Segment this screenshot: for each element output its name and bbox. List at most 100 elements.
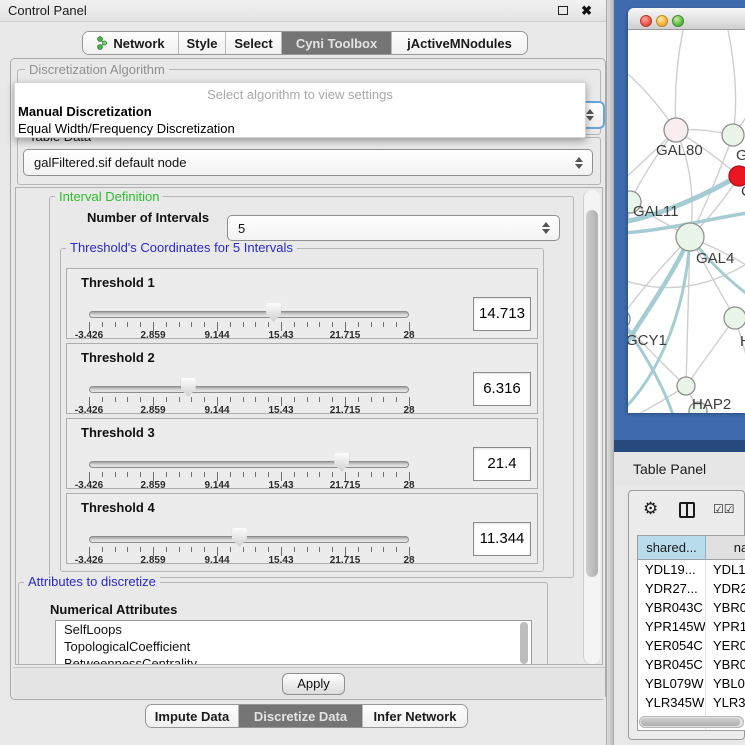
column-header-name[interactable]: na: [706, 536, 745, 560]
network-node-ga[interactable]: [722, 124, 744, 146]
tick-label: -3.426: [75, 555, 103, 566]
columns-icon[interactable]: [679, 502, 695, 518]
minor-tick: [230, 472, 231, 477]
threshold-value-box[interactable]: 21.4: [473, 447, 531, 481]
table-horizontal-scrollbar[interactable]: [639, 716, 744, 728]
tab-impute-data[interactable]: Impute Data: [146, 705, 238, 727]
tab-select[interactable]: Select: [225, 32, 281, 54]
minor-tick: [319, 547, 320, 552]
gear-icon[interactable]: ⚙: [643, 499, 658, 519]
minor-tick: [358, 472, 359, 477]
minor-tick: [191, 322, 192, 327]
threshold-label: Threshold 3: [81, 425, 155, 440]
slider-thumb[interactable]: [181, 378, 196, 397]
control-panel-titlebar: Control Panel ✖: [0, 0, 606, 22]
network-view[interactable]: GAL80GACGAL11GAL4GCY1HHAP2: [628, 30, 745, 413]
attribute-list-item[interactable]: TopologicalCoefficient: [56, 638, 531, 655]
table-data-combobox[interactable]: galFiltered.sif default node: [23, 149, 593, 176]
minor-tick: [102, 472, 103, 477]
network-edge: [675, 30, 683, 130]
apply-button[interactable]: Apply: [282, 673, 345, 695]
select-columns-checkboxes-icon[interactable]: ☑☑: [713, 502, 735, 516]
threshold-value-box[interactable]: 11.344: [473, 522, 531, 556]
minor-tick: [140, 547, 141, 552]
minor-tick: [166, 397, 167, 402]
minimize-traffic-light-icon[interactable]: [656, 15, 668, 27]
minor-tick: [268, 472, 269, 477]
threshold-panel: Threshold 1-3.4262.8599.14415.4321.71528…: [66, 268, 538, 339]
minor-tick: [179, 397, 180, 402]
scrollbar-thumb[interactable]: [586, 210, 598, 577]
slider-thumb[interactable]: [334, 453, 349, 472]
table-row[interactable]: YDL19...YDL1: [638, 560, 745, 579]
tab-style[interactable]: Style: [178, 32, 225, 54]
minor-tick: [204, 472, 205, 477]
network-node-gcy1[interactable]: [628, 309, 630, 329]
network-node-h[interactable]: [724, 307, 745, 329]
attribute-list-item[interactable]: SelfLoops: [56, 621, 531, 638]
tick-label: 2.859: [140, 555, 165, 566]
column-header-shared-name[interactable]: shared...: [638, 536, 706, 560]
table-row[interactable]: YER054CYER0: [638, 636, 745, 655]
minor-tick: [396, 472, 397, 477]
minor-tick: [115, 322, 116, 327]
tab-infer-network[interactable]: Infer Network: [362, 705, 467, 727]
minor-tick: [115, 397, 116, 402]
screen: Control Panel ✖ Network Style Select Cyn…: [0, 0, 745, 745]
combo-arrows-icon: [574, 156, 583, 170]
network-node-label: GAL11: [633, 203, 679, 220]
numerical-attributes-list[interactable]: SelfLoopsTopologicalCoefficientBetweenne…: [55, 620, 532, 665]
top-tab-bar: Network Style Select Cyni Toolbox jActiv…: [82, 31, 528, 55]
combo-arrows-icon: [585, 108, 594, 122]
network-node-label: GCY1: [628, 332, 667, 349]
slider-track[interactable]: [89, 386, 409, 393]
close-icon[interactable]: ✖: [581, 2, 592, 20]
threshold-value-box[interactable]: 6.316: [473, 372, 531, 406]
slider-track[interactable]: [89, 461, 409, 468]
attributes-list-scrollbar[interactable]: [520, 622, 528, 664]
minor-tick: [204, 322, 205, 327]
network-node-hap2[interactable]: [677, 377, 695, 395]
table-row[interactable]: YBR043CYBR0: [638, 598, 745, 617]
minor-tick: [268, 322, 269, 327]
table-row[interactable]: YBL079WYBL0: [638, 674, 745, 693]
scrollbar-thumb[interactable]: [641, 718, 740, 726]
algorithm-option-manual[interactable]: Manual Discretization: [18, 104, 152, 119]
tab-discretize-data[interactable]: Discretize Data: [238, 705, 362, 727]
settings-vertical-scrollbar[interactable]: [583, 190, 600, 664]
minor-tick: [396, 397, 397, 402]
table-row[interactable]: YDR27...YDR2: [638, 579, 745, 598]
attributes-title: Attributes to discretize: [24, 575, 160, 589]
close-traffic-light-icon[interactable]: [640, 15, 652, 27]
network-icon: [96, 36, 108, 50]
algorithm-option-equal-width[interactable]: Equal Width/Frequency Discretization: [18, 121, 235, 136]
network-node-gal4[interactable]: [676, 223, 704, 251]
minor-tick: [396, 547, 397, 552]
tab-jactivemnodules[interactable]: jActiveMNodules: [391, 32, 527, 54]
minor-tick: [191, 397, 192, 402]
table-row[interactable]: YPR145WYPR1: [638, 617, 745, 636]
tab-network[interactable]: Network: [83, 32, 178, 54]
slider-thumb[interactable]: [232, 528, 247, 547]
network-node-gal80[interactable]: [664, 118, 688, 142]
minor-tick: [140, 472, 141, 477]
tick-label: -3.426: [75, 405, 103, 416]
minor-tick: [127, 397, 128, 402]
table-row[interactable]: YBR045CYBR0: [638, 655, 745, 674]
tab-cyni-toolbox[interactable]: Cyni Toolbox: [281, 32, 391, 54]
slider-track[interactable]: [89, 536, 409, 543]
zoom-traffic-light-icon[interactable]: [672, 15, 684, 27]
minor-tick: [140, 322, 141, 327]
slider-thumb[interactable]: [266, 303, 281, 322]
minor-tick: [179, 322, 180, 327]
threshold-label: Threshold 1: [81, 275, 155, 290]
attribute-list-item[interactable]: BetweennessCentrality: [56, 655, 531, 665]
tick-label: 21.715: [330, 555, 361, 566]
table-panel: ⚙ ☑☑ shared... na YDL19...YDL1YDR27...YD…: [628, 490, 745, 740]
network-edge: [686, 318, 735, 386]
panel-splitter[interactable]: [606, 0, 614, 745]
threshold-value-box[interactable]: 14.713: [473, 297, 531, 331]
float-window-icon[interactable]: [558, 6, 568, 15]
slider-track[interactable]: [89, 311, 409, 318]
table-row[interactable]: YLR345WYLR3: [638, 693, 745, 712]
